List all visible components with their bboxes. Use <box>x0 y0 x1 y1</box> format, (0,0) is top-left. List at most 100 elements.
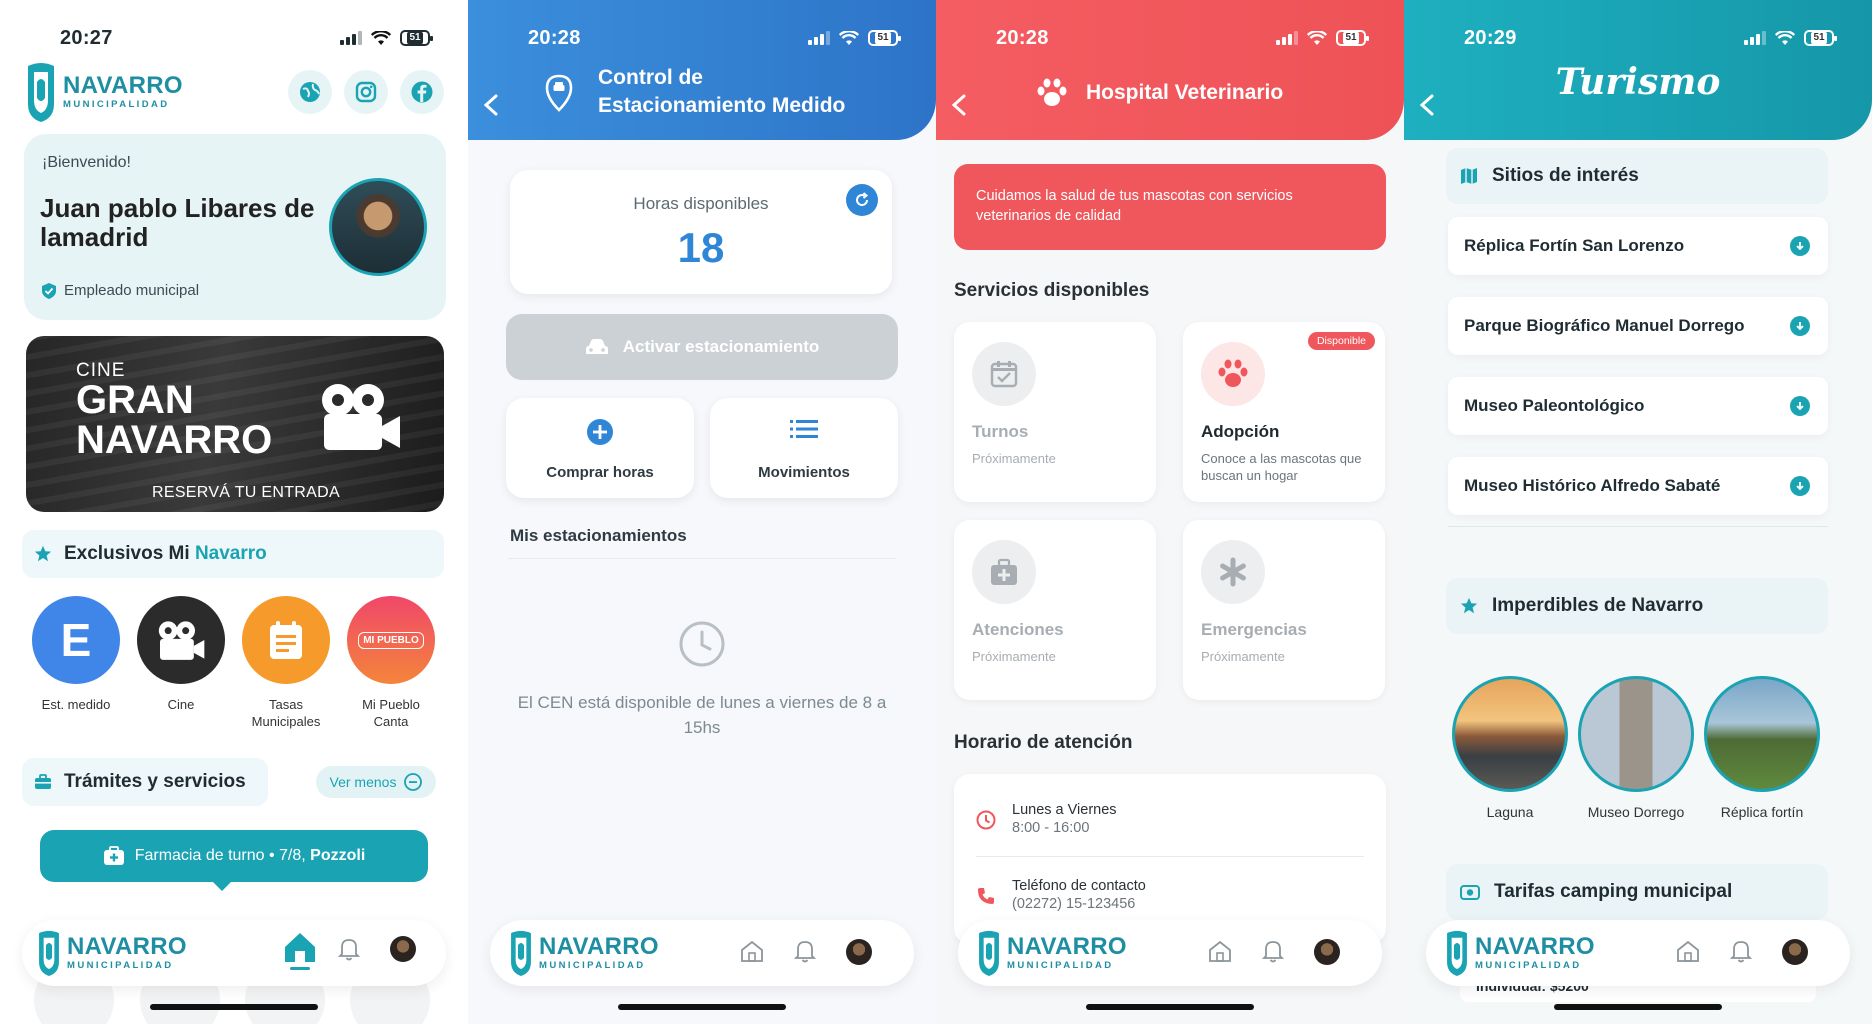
bottom-nav: NAVARRO MUNICIPALIDAD <box>958 920 1382 986</box>
phone-icon <box>978 888 994 904</box>
status-time: 20:28 <box>996 26 1049 49</box>
nav-logo[interactable]: NAVARRO MUNICIPALIDAD <box>36 928 187 978</box>
home-indicator <box>618 1004 786 1010</box>
home-icon[interactable] <box>740 940 764 962</box>
service-atenciones[interactable]: Atenciones Próximamente <box>954 520 1156 700</box>
service-adopcion[interactable]: Disponible Adopción Conoce a las mascota… <box>1183 322 1385 502</box>
quick-label: Est. medido <box>41 697 111 712</box>
schedule-row: Lunes a Viernes 8:00 - 16:00 <box>976 802 1364 836</box>
refresh-button[interactable] <box>846 184 878 216</box>
cine-banner[interactable]: CINE GRAN NAVARRO RESERVÁ TU ENTRADA <box>26 336 444 512</box>
shield-logo-icon <box>28 63 54 122</box>
back-arrow-icon[interactable] <box>946 90 972 120</box>
profile-avatar[interactable] <box>1314 939 1340 965</box>
facebook-button[interactable] <box>400 70 444 114</box>
ver-menos-button[interactable]: Ver menos <box>316 766 436 798</box>
location-pin-icon <box>545 74 573 112</box>
bell-icon[interactable] <box>1730 939 1752 963</box>
quick-cine[interactable]: Cine <box>135 596 227 713</box>
status-icons: 51 <box>1276 30 1369 46</box>
nav-logo[interactable]: NAVARRO MUNICIPALIDAD <box>976 928 1127 978</box>
site-name: Museo Histórico Alfredo Sabaté <box>1464 476 1721 495</box>
nav-logo-name: NAVARRO <box>539 933 659 961</box>
mis-estacionamientos-title: Mis estacionamientos <box>510 526 687 545</box>
quick-mi-pueblo-canta[interactable]: MI PUEBLO Mi Pueblo Canta <box>345 596 437 730</box>
status-time: 20:29 <box>1464 26 1517 49</box>
activar-estacionamiento-button[interactable]: Activar estacionamiento <box>506 314 898 380</box>
home-icon[interactable] <box>1208 940 1232 962</box>
bell-icon[interactable] <box>794 939 816 963</box>
imperdible-item[interactable]: Museo Dorrego <box>1576 676 1696 820</box>
farmacia-de-turno-banner[interactable]: Farmacia de turno • 7/8, Pozzoli <box>40 830 428 891</box>
status-bar: 20:29 51 <box>1404 22 1872 54</box>
movimientos-button[interactable]: Movimientos <box>710 398 898 498</box>
imperdible-label: Laguna <box>1486 804 1534 820</box>
servicios-title: Servicios disponibles <box>954 280 1150 301</box>
profile-avatar[interactable] <box>1782 939 1808 965</box>
service-subtitle: Conoce a las mascotas que buscan un hoga… <box>1201 451 1362 483</box>
battery-icon: 51 <box>400 30 433 46</box>
quick-est-medido[interactable]: E Est. medido <box>30 596 122 713</box>
site-item[interactable]: Parque Biográfico Manuel Dorrego <box>1448 297 1828 355</box>
arrow-down-circle-icon <box>1790 316 1810 336</box>
home-indicator <box>1554 1004 1722 1010</box>
schedule-row[interactable]: Teléfono de contacto (02272) 15-123456 <box>976 878 1364 912</box>
paw-icon <box>1037 78 1067 106</box>
nav-logo-sub: MUNICIPALIDAD <box>1475 960 1582 972</box>
status-bar: 20:27 51 <box>0 22 468 54</box>
screen-inicio: 20:27 51 NAVARRO MUNICIPALIDAD ¡Bienveni… <box>0 0 468 1024</box>
header-bar: Control de Estacionamiento Medido <box>468 0 936 140</box>
status-bar: 20:28 51 <box>468 22 936 54</box>
asterisk-icon <box>1220 557 1246 587</box>
battery-icon: 51 <box>1804 30 1837 46</box>
facebook-icon <box>411 81 433 103</box>
user-avatar[interactable] <box>329 178 427 276</box>
schedule-value: (02272) 15-123456 <box>1012 896 1136 912</box>
bell-icon[interactable] <box>1262 939 1284 963</box>
service-turnos[interactable]: Turnos Próximamente <box>954 322 1156 502</box>
wifi-icon <box>1307 30 1327 45</box>
header-title: Control de Estacionamiento Medido <box>598 64 845 120</box>
verified-shield-icon <box>42 282 56 299</box>
signal-icon <box>340 31 362 45</box>
sitios-title: Sitios de interés <box>1492 165 1639 186</box>
header-bar: Turismo <box>1404 0 1872 140</box>
schedule-label: Lunes a Viernes <box>1012 802 1117 818</box>
site-name: Parque Biográfico Manuel Dorrego <box>1464 316 1745 335</box>
profile-avatar[interactable] <box>390 936 416 962</box>
home-icon[interactable] <box>1676 940 1700 962</box>
imperdibles-title: Imperdibles de Navarro <box>1492 595 1704 616</box>
globe-button[interactable] <box>288 70 332 114</box>
service-emergencias[interactable]: Emergencias Próximamente <box>1183 520 1385 700</box>
schedule-value: 8:00 - 16:00 <box>1012 820 1090 836</box>
exclusivos-title: Exclusivos Mi <box>64 543 195 564</box>
profile-avatar[interactable] <box>846 939 872 965</box>
quick-label: Cine <box>167 697 195 712</box>
imperdible-item[interactable]: Laguna <box>1450 676 1570 820</box>
tramites-title: Trámites y servicios <box>64 771 246 792</box>
mi-pueblo-logo: MI PUEBLO <box>358 631 424 649</box>
nav-logo-sub: MUNICIPALIDAD <box>539 960 646 972</box>
home-icon[interactable] <box>282 930 318 970</box>
site-item[interactable]: Réplica Fortín San Lorenzo <box>1448 217 1828 275</box>
comprar-horas-button[interactable]: Comprar horas <box>506 398 694 498</box>
header-title-line-2: Estacionamiento Medido <box>598 94 846 117</box>
imperdible-item[interactable]: Réplica fortín <box>1702 676 1822 820</box>
bell-icon[interactable] <box>338 937 360 961</box>
site-item[interactable]: Museo Histórico Alfredo Sabaté <box>1448 457 1828 515</box>
receipt-icon <box>270 621 302 659</box>
site-item[interactable]: Museo Paleontológico <box>1448 377 1828 435</box>
signal-icon <box>1744 31 1766 45</box>
back-arrow-icon[interactable] <box>478 90 504 120</box>
instagram-button[interactable] <box>344 70 388 114</box>
car-icon <box>585 339 608 354</box>
battery-icon: 51 <box>868 30 901 46</box>
camping-title: Tarifas camping municipal <box>1494 881 1733 902</box>
shield-logo-icon <box>511 930 531 976</box>
service-title: Atenciones <box>972 620 1064 639</box>
nav-logo[interactable]: NAVARRO MUNICIPALIDAD <box>508 928 659 978</box>
cen-info-text: El CEN está disponible de lunes a vierne… <box>517 693 887 737</box>
imperdible-label: Museo Dorrego <box>1587 804 1685 820</box>
quick-tasas[interactable]: Tasas Municipales <box>240 596 332 730</box>
nav-logo[interactable]: NAVARRO MUNICIPALIDAD <box>1444 928 1595 978</box>
